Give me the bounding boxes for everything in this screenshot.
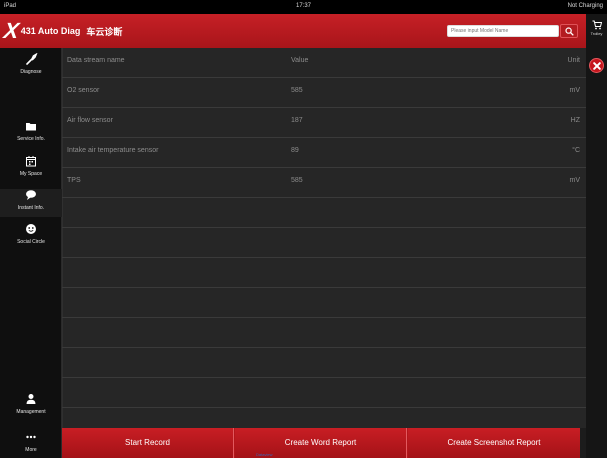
- sidebar-item-social-circle[interactable]: Social Circle: [0, 223, 62, 251]
- sidebar-item-label: Instant Info.: [17, 205, 45, 211]
- empty-table-row: [62, 198, 586, 228]
- table-row[interactable]: TPS 585 mV: [62, 168, 586, 198]
- person-icon: [26, 394, 36, 404]
- create-screenshot-report-button[interactable]: Create Screenshot Report: [408, 428, 580, 458]
- sidebar-item-label: Social Circle: [17, 239, 45, 245]
- app-logo: X 431 Auto Diag 车云诊断: [2, 18, 123, 43]
- app-header: X 431 Auto Diag 车云诊断: [0, 14, 586, 48]
- empty-table-row: [62, 288, 586, 318]
- sidebar-item-management[interactable]: Management: [0, 393, 62, 421]
- app-window: iPad 17:37 Not Charging X 431 Auto Diag …: [0, 0, 607, 458]
- sidebar: Diagnose Service Info. My Space Instant …: [0, 48, 62, 458]
- chat-bubble-icon: [26, 190, 36, 200]
- table-header-row: Data stream name Value Unit: [62, 48, 586, 78]
- empty-table-row: [62, 318, 586, 348]
- smiley-icon: [26, 224, 36, 234]
- search-icon: [565, 27, 574, 36]
- row-unit: HZ: [570, 117, 580, 124]
- action-bar: Start Record Create Word Report Create S…: [62, 428, 580, 458]
- table-row[interactable]: O2 sensor 585 mV: [62, 78, 586, 108]
- table-row[interactable]: Air flow sensor 187 HZ: [62, 108, 586, 138]
- row-unit: mV: [569, 87, 581, 94]
- row-value: 187: [291, 117, 303, 124]
- sidebar-item-label: More: [25, 447, 37, 453]
- empty-table-row: [62, 258, 586, 288]
- sidebar-item-more[interactable]: More: [0, 431, 62, 458]
- status-bar: iPad 17:37 Not Charging: [0, 0, 607, 14]
- header-data-stream-name: Data stream name: [67, 57, 125, 64]
- header-unit: Unit: [567, 57, 580, 64]
- sidebar-item-label: My Space: [19, 171, 43, 177]
- data-stream-table: Data stream name Value Unit O2 sensor 58…: [62, 48, 586, 428]
- brand-name-cn: 车云诊断: [86, 26, 123, 37]
- search-button[interactable]: [560, 24, 578, 38]
- trolley-button[interactable]: Trolley: [586, 20, 607, 36]
- sidebar-item-my-space[interactable]: My Space: [0, 155, 62, 183]
- row-unit: °C: [572, 147, 580, 154]
- trolley-label: Trolley: [590, 31, 603, 36]
- clock: 17:37: [295, 3, 311, 9]
- row-name: Intake air temperature sensor: [67, 147, 159, 154]
- cart-icon: [592, 20, 602, 30]
- row-value: 585: [291, 177, 303, 184]
- sidebar-item-label: Diagnose: [20, 69, 42, 75]
- row-unit: mV: [569, 177, 581, 184]
- empty-table-row: [62, 348, 586, 378]
- sidebar-item-instant-info[interactable]: Instant Info.: [0, 189, 62, 217]
- folder-icon: [26, 123, 36, 131]
- logo-x-mark: X: [2, 18, 21, 43]
- row-name: TPS: [67, 177, 81, 184]
- battery-status: Not Charging: [567, 3, 603, 9]
- row-value: 89: [291, 147, 299, 154]
- sidebar-item-label: Service Info.: [17, 136, 45, 142]
- close-icon[interactable]: [589, 58, 604, 73]
- right-toolbar: Trolley: [586, 14, 607, 458]
- table-row[interactable]: Intake air temperature sensor 89 °C: [62, 138, 586, 168]
- page-caption: Dataview: [256, 452, 273, 457]
- wrench-icon: [26, 53, 38, 65]
- more-dots-icon: [26, 435, 36, 439]
- start-record-button[interactable]: Start Record: [62, 428, 234, 458]
- sidebar-item-diagnose[interactable]: Diagnose: [0, 53, 62, 81]
- brand-name: 431 Auto Diag: [20, 26, 81, 36]
- sidebar-item-label: Management: [16, 409, 46, 415]
- empty-table-row: [62, 408, 586, 428]
- row-name: Air flow sensor: [67, 117, 113, 124]
- row-value: 585: [291, 87, 303, 94]
- header-value: Value: [291, 57, 309, 64]
- row-name: O2 sensor: [67, 87, 100, 94]
- empty-table-row: [62, 378, 586, 408]
- model-search-input[interactable]: [447, 25, 559, 37]
- empty-table-row: [62, 228, 586, 258]
- sidebar-item-service-info[interactable]: Service Info.: [0, 120, 62, 148]
- calendar-icon: [26, 156, 36, 167]
